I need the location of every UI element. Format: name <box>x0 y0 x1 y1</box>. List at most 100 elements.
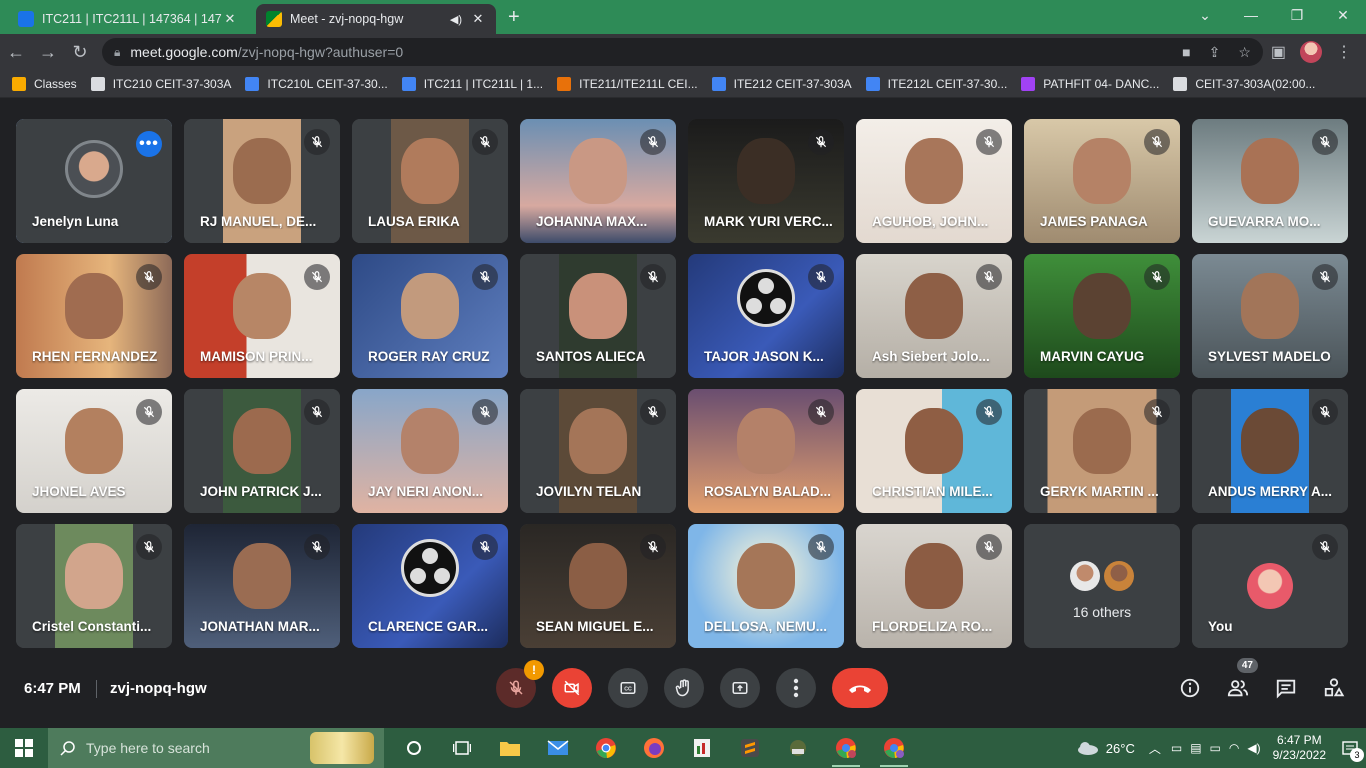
participant-tile[interactable]: MARVIN CAYUG <box>1024 254 1180 378</box>
participant-tile[interactable]: FLORDELIZA RO... <box>856 524 1012 648</box>
participant-tile[interactable]: MAMISON PRIN... <box>184 254 340 378</box>
participant-tile[interactable]: CHRISTIAN MILE... <box>856 389 1012 513</box>
start-button[interactable] <box>0 728 48 768</box>
participant-tile[interactable]: CLARENCE GAR... <box>352 524 508 648</box>
participant-tile[interactable]: JOHANNA MAX... <box>520 119 676 243</box>
participant-face <box>65 273 123 340</box>
chrome-window-button[interactable] <box>870 728 918 768</box>
taskbar-clock[interactable]: 6:47 PM 9/23/2022 <box>1265 733 1334 763</box>
share-icon[interactable]: ⇪ <box>1209 44 1221 61</box>
file-explorer-button[interactable] <box>486 728 534 768</box>
raise-hand-button[interactable] <box>664 668 704 708</box>
app-button[interactable] <box>678 728 726 768</box>
participant-tile[interactable]: GUEVARRA MO... <box>1192 119 1348 243</box>
close-tab-icon[interactable]: ✕ <box>222 11 238 27</box>
meeting-details-button[interactable] <box>1178 676 1202 700</box>
camera-toggle-button[interactable] <box>552 668 592 708</box>
battery-icon[interactable]: ▭ <box>1210 741 1221 755</box>
participant-tile[interactable]: ROSALYN BALAD... <box>688 389 844 513</box>
forward-button[interactable]: → <box>32 36 64 68</box>
participant-tile[interactable]: JOHN PATRICK J... <box>184 389 340 513</box>
people-button[interactable]: 47 <box>1226 658 1258 700</box>
participant-tile[interactable]: JONATHAN MAR... <box>184 524 340 648</box>
game-app-button[interactable] <box>774 728 822 768</box>
tab-meet[interactable]: Meet - zvj-nopq-hgw ◀) ✕ <box>256 4 496 34</box>
new-tab-button[interactable]: + <box>508 6 520 29</box>
participant-tile[interactable]: JAMES PANAGA <box>1024 119 1180 243</box>
show-hidden-icons-icon[interactable]: ︿ <box>1149 740 1161 757</box>
display-tray-icon[interactable]: ▤ <box>1190 741 1201 755</box>
bookmark-item[interactable]: CEIT-37-303A(02:00... <box>1173 76 1315 91</box>
participant-tile[interactable]: TAJOR JASON K... <box>688 254 844 378</box>
participant-name: DELLOSA, NEMU... <box>704 619 828 634</box>
wifi-icon[interactable]: ◠ <box>1229 741 1239 755</box>
restore-button[interactable]: ❐ <box>1274 0 1320 30</box>
participant-tile[interactable]: SYLVEST MADELO <box>1192 254 1348 378</box>
cortana-button[interactable] <box>390 728 438 768</box>
firefox-button[interactable] <box>630 728 678 768</box>
bookmark-item[interactable]: Classes <box>12 76 77 91</box>
bookmark-item[interactable]: ITE212 CEIT-37-303A <box>711 76 852 91</box>
participant-options-button[interactable]: ••• <box>136 131 162 157</box>
chat-button[interactable] <box>1274 676 1298 700</box>
participant-tile[interactable]: ••• Jenelyn Luna <box>16 119 172 243</box>
participant-tile[interactable]: GERYK MARTIN ... <box>1024 389 1180 513</box>
address-bar[interactable]: 🔒︎ meet.google.com /zvj-nopq-hgw?authuse… <box>102 38 1263 66</box>
bookmark-item[interactable]: ITC211 | ITC211L | 1... <box>401 76 543 91</box>
participant-tile[interactable]: JOVILYN TELAN <box>520 389 676 513</box>
tab-search-chevron-icon[interactable]: ⌄ <box>1182 0 1228 30</box>
taskbar-search[interactable]: Type here to search <box>48 728 384 768</box>
captions-button[interactable]: CC <box>608 668 648 708</box>
side-panel-icon[interactable]: ▣ <box>1271 42 1286 62</box>
speaker-icon[interactable]: ◀) <box>450 13 462 26</box>
mail-button[interactable] <box>534 728 582 768</box>
microphone-toggle-button[interactable]: ! <box>496 660 544 708</box>
back-button[interactable]: ← <box>0 36 32 68</box>
participant-tile[interactable]: SANTOS ALIECA <box>520 254 676 378</box>
participant-tile[interactable]: AGUHOB, JOHN... <box>856 119 1012 243</box>
bookmark-item[interactable]: ITE212L CEIT-37-30... <box>865 76 1007 91</box>
notifications-button[interactable]: 3 <box>1334 728 1366 768</box>
bookmark-star-icon[interactable]: ☆ <box>1238 44 1251 61</box>
muted-indicator <box>136 264 162 290</box>
meet-camera-tray-icon[interactable]: ▭ <box>1171 741 1182 755</box>
reload-button[interactable]: ↻ <box>64 36 96 68</box>
participant-tile[interactable]: DELLOSA, NEMU... <box>688 524 844 648</box>
cloudy-weather-icon[interactable] <box>1076 740 1100 756</box>
participant-tile[interactable]: ANDUS MERRY A... <box>1192 389 1348 513</box>
bookmark-item[interactable]: ITE211/ITE211L CEI... <box>557 76 698 91</box>
bookmark-item[interactable]: ITC210L CEIT-37-30... <box>245 76 388 91</box>
task-view-button[interactable] <box>438 728 486 768</box>
tab-itc211[interactable]: ITC211 | ITC211L | 147364 | 147364 ✕ <box>8 4 248 34</box>
participant-tile[interactable]: You <box>1192 524 1348 648</box>
close-window-button[interactable]: ✕ <box>1320 0 1366 30</box>
participant-tile[interactable]: RJ MANUEL, DE... <box>184 119 340 243</box>
minimize-button[interactable]: — <box>1228 0 1274 30</box>
participant-tile[interactable]: Cristel Constanti... <box>16 524 172 648</box>
bookmark-item[interactable]: PATHFIT 04- DANC... <box>1021 76 1159 91</box>
participant-tile[interactable]: JAY NERI ANON... <box>352 389 508 513</box>
participant-tile[interactable]: SEAN MIGUEL E... <box>520 524 676 648</box>
participant-tile[interactable]: LAUSA ERIKA <box>352 119 508 243</box>
chrome-window-button[interactable] <box>822 728 870 768</box>
sublime-button[interactable] <box>726 728 774 768</box>
camera-in-use-icon[interactable]: ■ <box>1182 44 1190 61</box>
participant-tile[interactable]: JHONEL AVES <box>16 389 172 513</box>
present-screen-button[interactable] <box>720 668 760 708</box>
participant-tile[interactable]: RHEN FERNANDEZ <box>16 254 172 378</box>
leave-call-button[interactable] <box>832 668 888 708</box>
more-options-button[interactable] <box>776 668 816 708</box>
menu-kebab-icon[interactable]: ⋮ <box>1336 42 1352 62</box>
participant-tile[interactable]: MARK YURI VERC... <box>688 119 844 243</box>
activities-button[interactable] <box>1322 676 1346 700</box>
participant-tile[interactable]: Ash Siebert Jolo... <box>856 254 1012 378</box>
profile-avatar[interactable] <box>1300 41 1322 63</box>
chrome-button[interactable] <box>582 728 630 768</box>
participant-tile[interactable]: ROGER RAY CRUZ <box>352 254 508 378</box>
bookmark-item[interactable]: ITC210 CEIT-37-303A <box>90 76 231 91</box>
participant-tile[interactable]: 16 others <box>1024 524 1180 648</box>
close-tab-icon[interactable]: ✕ <box>470 11 486 27</box>
lock-icon[interactable]: 🔒︎ <box>114 45 120 60</box>
volume-icon[interactable]: ◀) <box>1247 741 1260 755</box>
temperature[interactable]: 26°C <box>1106 741 1135 756</box>
